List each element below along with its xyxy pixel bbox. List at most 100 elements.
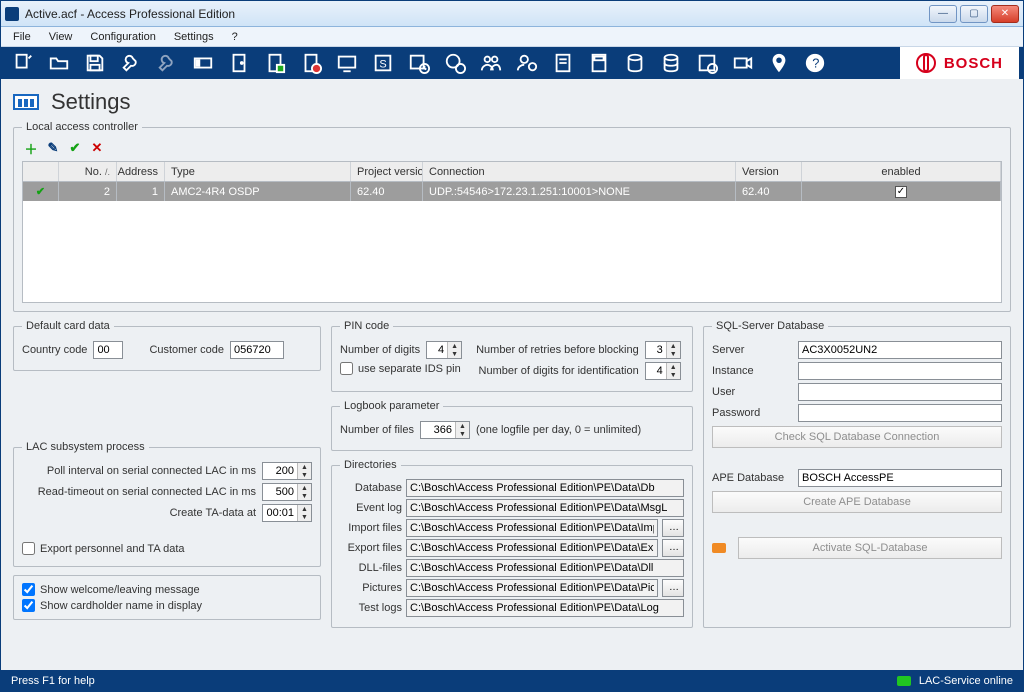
th-version[interactable]: Version <box>736 162 802 181</box>
read-spinner[interactable]: ▲▼ <box>262 483 312 501</box>
pin-digits-spinner[interactable]: ▲▼ <box>426 341 462 359</box>
persons-icon[interactable] <box>473 47 509 79</box>
dir-import-browse-button[interactable]: … <box>662 519 684 537</box>
window-minimize-button[interactable]: — <box>929 5 957 23</box>
lac-table: No. /. Address Type Project version Conn… <box>22 161 1002 303</box>
camera-icon[interactable] <box>725 47 761 79</box>
dir-test-input[interactable] <box>406 599 684 617</box>
menu-file[interactable]: File <box>9 29 35 45</box>
lac-add-button[interactable]: ＋ <box>22 139 40 157</box>
logbook-files-spinner[interactable]: ▲▼ <box>420 421 470 439</box>
report-txt-icon[interactable] <box>545 47 581 79</box>
pin-legend: PIN code <box>340 320 393 332</box>
page-title: Settings <box>51 89 131 115</box>
dir-event-input[interactable] <box>406 499 684 517</box>
logbook-hint: (one logfile per day, 0 = unlimited) <box>476 424 641 436</box>
menu-view[interactable]: View <box>45 29 77 45</box>
dir-test-label: Test logs <box>340 602 402 614</box>
directories-fieldset: Directories Database Event log Import fi… <box>331 459 693 628</box>
calendar-clock-icon[interactable] <box>401 47 437 79</box>
svg-text:?: ? <box>812 56 819 71</box>
lac-process-legend: LAC subsystem process <box>22 441 149 453</box>
sql-create-button[interactable]: Create APE Database <box>712 491 1002 513</box>
th-enabled[interactable]: enabled <box>802 162 1001 181</box>
lac-row[interactable]: ✔ 2 1 AMC2-4R4 OSDP 62.40 UDP.:54546>172… <box>23 182 1001 201</box>
cell-enabled-checkbox[interactable] <box>895 186 907 198</box>
th-type[interactable]: Type <box>165 162 351 181</box>
dir-pictures-browse-button[interactable]: … <box>662 579 684 597</box>
wrench-icon[interactable] <box>113 47 149 79</box>
menu-configuration[interactable]: Configuration <box>86 29 159 45</box>
open-icon[interactable] <box>41 47 77 79</box>
th-connection[interactable]: Connection <box>423 162 736 181</box>
window-close-button[interactable]: ✕ <box>991 5 1019 23</box>
user-gear-icon[interactable] <box>509 47 545 79</box>
save-icon[interactable] <box>77 47 113 79</box>
show-cardholder-checkbox[interactable] <box>22 599 35 612</box>
dir-export-input[interactable] <box>406 539 658 557</box>
menu-settings[interactable]: Settings <box>170 29 218 45</box>
db-data-icon[interactable] <box>653 47 689 79</box>
pin-retries-spinner[interactable]: ▲▼ <box>645 341 681 359</box>
customer-code-label: Customer code <box>149 344 224 356</box>
country-code-input[interactable] <box>93 341 123 359</box>
lac-apply-button[interactable]: ✔ <box>66 139 84 157</box>
customer-code-input[interactable] <box>230 341 284 359</box>
row-status-check-icon: ✔ <box>36 185 45 198</box>
wrench2-icon[interactable] <box>149 47 185 79</box>
cell-connection: UDP.:54546>172.23.1.251:10001>NONE <box>423 182 736 201</box>
location-pin-icon[interactable] <box>761 47 797 79</box>
lac-edit-button[interactable]: ✎ <box>44 139 62 157</box>
door-icon[interactable] <box>221 47 257 79</box>
pin-digits-label: Number of digits <box>340 344 420 356</box>
sql-user-input[interactable] <box>798 383 1002 401</box>
dir-dll-input[interactable] <box>406 559 684 577</box>
schedule-s-icon[interactable]: S <box>365 47 401 79</box>
lac-delete-button[interactable]: ✕ <box>88 139 106 157</box>
dir-db-label: Database <box>340 482 402 494</box>
sql-activate-button[interactable]: Activate SQL-Database <box>738 537 1002 559</box>
dir-pictures-input[interactable] <box>406 579 658 597</box>
menu-help[interactable]: ? <box>228 29 242 45</box>
sql-server-input[interactable] <box>798 341 1002 359</box>
export-personnel-checkbox[interactable] <box>22 542 35 555</box>
ids-pin-checkbox[interactable] <box>340 362 353 375</box>
show-welcome-checkbox[interactable] <box>22 583 35 596</box>
db-txt-icon[interactable] <box>617 47 653 79</box>
door-green-icon[interactable] <box>257 47 293 79</box>
sql-instance-input[interactable] <box>798 362 1002 380</box>
svg-text:S: S <box>379 59 386 71</box>
pin-id-digits-spinner[interactable]: ▲▼ <box>645 362 681 380</box>
th-status[interactable] <box>23 162 59 181</box>
lac-process-fieldset: LAC subsystem process Poll interval on s… <box>13 441 321 567</box>
help-icon[interactable]: ? <box>797 47 833 79</box>
xml-icon[interactable] <box>689 47 725 79</box>
door-red-icon[interactable] <box>293 47 329 79</box>
monitor-icon[interactable] <box>329 47 365 79</box>
sql-user-label: User <box>712 386 792 398</box>
poll-spinner[interactable]: ▲▼ <box>262 462 312 480</box>
export-personnel-label: Export personnel and TA data <box>40 543 185 555</box>
calculator-txt-icon[interactable] <box>581 47 617 79</box>
sql-password-input[interactable] <box>798 404 1002 422</box>
main-toolbar: S ? BOSCH <box>1 47 1023 79</box>
ape-db-input[interactable] <box>798 469 1002 487</box>
status-service: LAC-Service online <box>919 675 1013 687</box>
window-title: Active.acf - Access Professional Edition <box>25 7 235 21</box>
th-no[interactable]: No. /. <box>59 162 117 181</box>
dir-db-input[interactable] <box>406 479 684 497</box>
ta-spinner[interactable]: ▲▼ <box>262 504 312 522</box>
th-project-version[interactable]: Project version <box>351 162 423 181</box>
settings-page-icon <box>13 94 39 110</box>
sql-status-led <box>712 543 726 553</box>
th-address[interactable]: Address <box>117 162 165 181</box>
show-welcome-label: Show welcome/leaving message <box>40 584 200 596</box>
window-maximize-button[interactable]: ▢ <box>960 5 988 23</box>
reader-icon[interactable] <box>185 47 221 79</box>
globe-clock-icon[interactable] <box>437 47 473 79</box>
sql-check-button[interactable]: Check SQL Database Connection <box>712 426 1002 448</box>
dir-import-input[interactable] <box>406 519 658 537</box>
new-icon[interactable] <box>5 47 41 79</box>
dir-event-label: Event log <box>340 502 402 514</box>
dir-export-browse-button[interactable]: … <box>662 539 684 557</box>
